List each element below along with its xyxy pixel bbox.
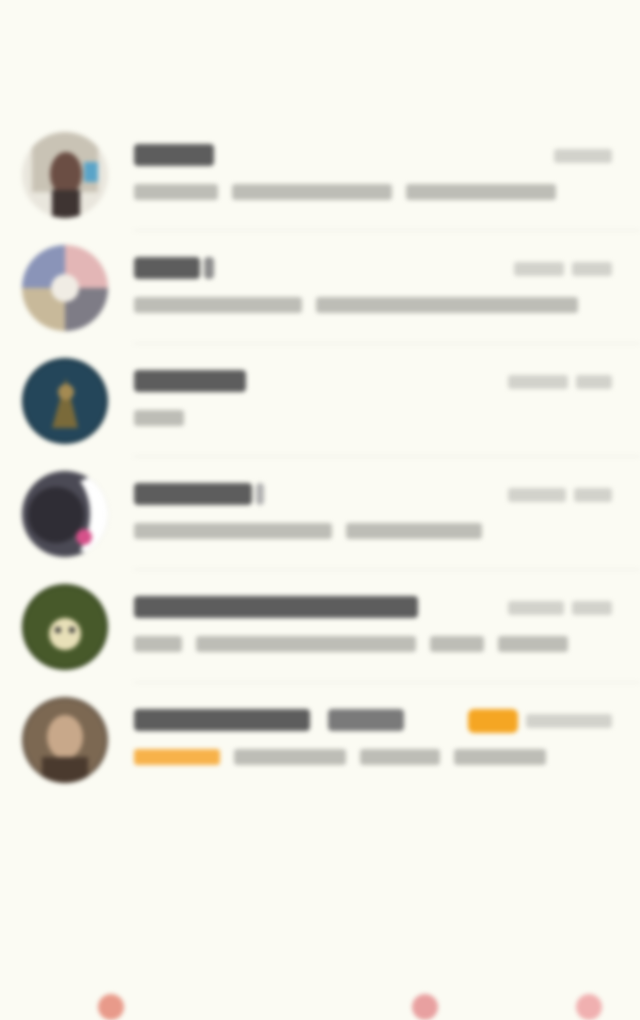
- bottom-navigation: [0, 994, 640, 1020]
- conversation-name: [134, 366, 246, 396]
- conversation-time: [468, 709, 620, 733]
- unread-badge: [468, 709, 518, 733]
- nav-tab-icon[interactable]: [576, 994, 602, 1020]
- message-preview: [134, 632, 582, 656]
- avatar[interactable]: [22, 471, 108, 557]
- chat-list-page: [0, 0, 640, 1020]
- conversation-row[interactable]: [0, 457, 640, 570]
- top-bar: [0, 0, 640, 110]
- conversation-name: [134, 592, 418, 622]
- conversation-name: [134, 479, 264, 509]
- conversation-name: [134, 253, 214, 283]
- conversation-row[interactable]: [0, 118, 640, 231]
- message-preview: [134, 293, 592, 317]
- conversation-time: [508, 600, 620, 616]
- avatar[interactable]: [22, 697, 108, 783]
- conversation-time: [508, 374, 620, 390]
- conversation-time: [554, 148, 620, 164]
- conversation-list: [0, 118, 640, 796]
- avatar[interactable]: [22, 132, 108, 218]
- nav-tab-icon[interactable]: [412, 994, 438, 1020]
- highlight-tag: [134, 749, 220, 765]
- conversation-name: [134, 705, 404, 735]
- message-preview: [134, 180, 570, 204]
- name-text-block: [134, 144, 214, 166]
- avatar[interactable]: [22, 245, 108, 331]
- message-preview: [134, 406, 198, 430]
- message-preview: [134, 519, 496, 543]
- avatar[interactable]: [22, 584, 108, 670]
- conversation-row[interactable]: [0, 344, 640, 457]
- conversation-time: [508, 487, 620, 503]
- conversation-time: [514, 261, 620, 277]
- conversation-row[interactable]: [0, 683, 640, 796]
- message-preview: [134, 745, 560, 769]
- conversation-name: [134, 140, 214, 170]
- conversation-row[interactable]: [0, 231, 640, 344]
- nav-tab-icon[interactable]: [98, 994, 124, 1020]
- conversation-row[interactable]: [0, 570, 640, 683]
- avatar[interactable]: [22, 358, 108, 444]
